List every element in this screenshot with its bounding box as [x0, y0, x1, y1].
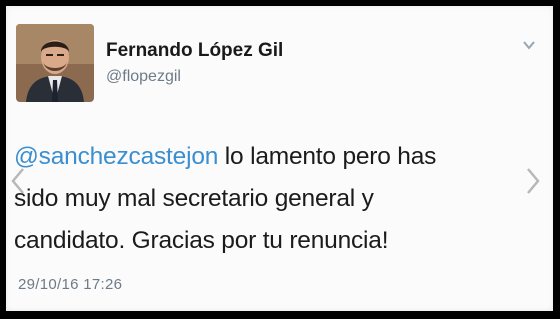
tweet-line-3: candidato. Gracias por tu renuncia!: [14, 227, 389, 254]
chevron-right-icon[interactable]: [525, 166, 541, 196]
mention-link[interactable]: @sanchezcastejon: [14, 143, 218, 170]
tweet-line-1: @sanchezcastejon lo lamento pero has: [14, 136, 539, 178]
author-name[interactable]: Fernando López Gil: [106, 40, 283, 62]
tweet-text-segment: lo lamento pero has: [218, 143, 437, 170]
chevron-left-icon[interactable]: [10, 166, 26, 196]
tweet-line-2: sido muy mal secretario general y: [14, 185, 374, 212]
tweet-text: @sanchezcastejon lo lamento pero has sid…: [14, 136, 539, 262]
chevron-down-icon[interactable]: [521, 38, 537, 52]
author-handle[interactable]: @flopezgil: [106, 68, 181, 86]
avatar[interactable]: [16, 24, 94, 102]
tweet-timestamp[interactable]: 29/10/16 17:26: [18, 276, 122, 293]
tweet-card: Fernando López Gil @flopezgil @sanchezca…: [6, 6, 553, 311]
